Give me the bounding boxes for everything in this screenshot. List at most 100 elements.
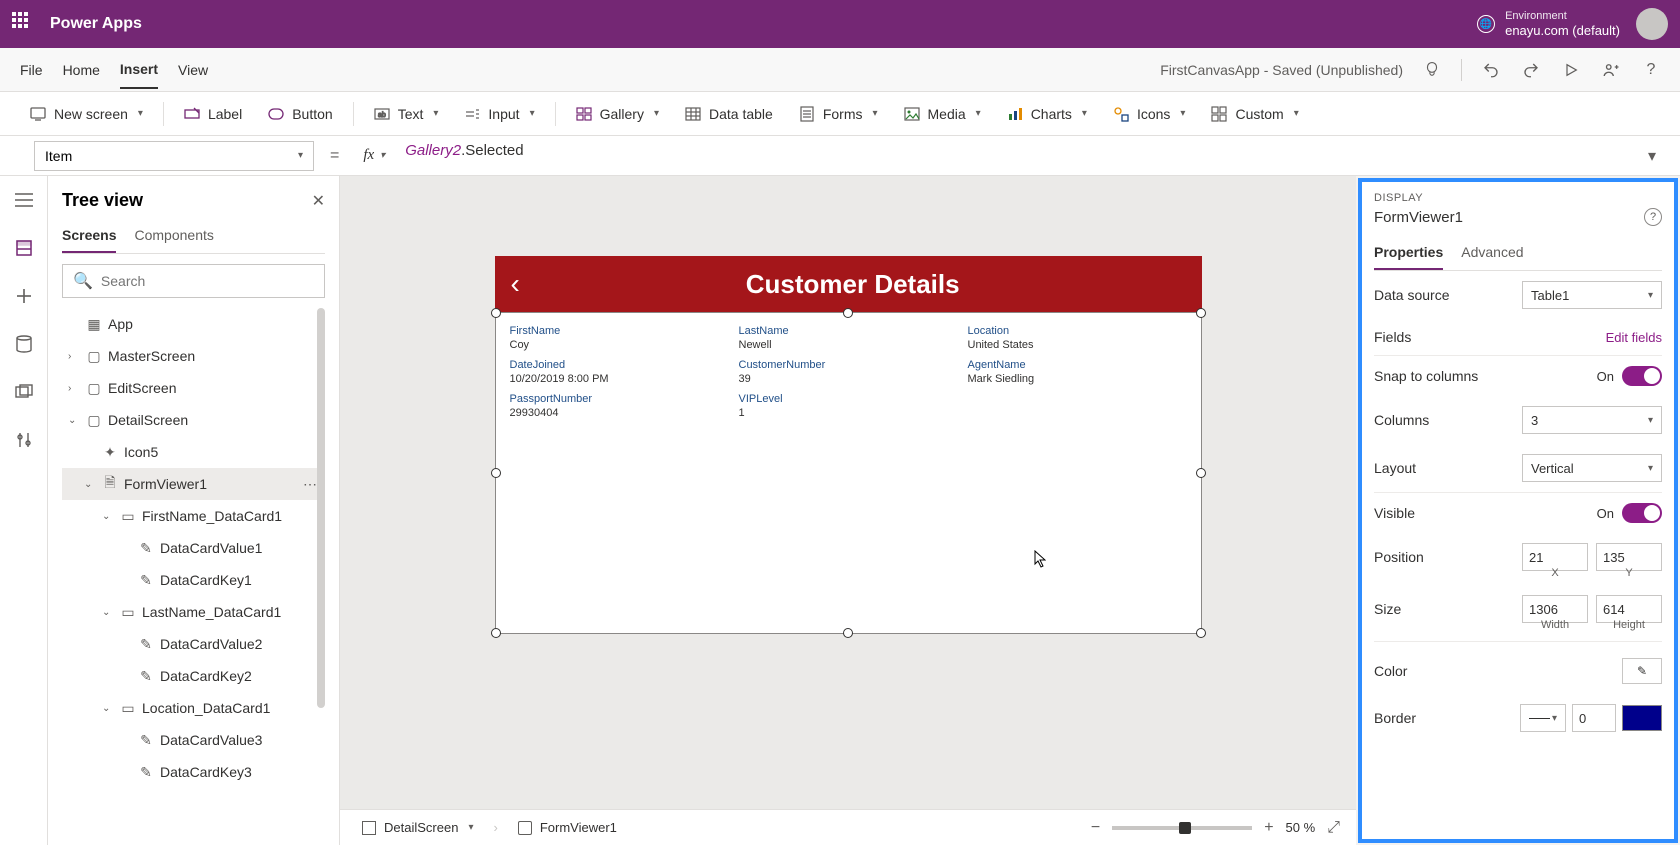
resize-handle[interactable] bbox=[1196, 308, 1206, 318]
zoom-slider[interactable] bbox=[1112, 826, 1252, 830]
form-data-card[interactable]: LastNameNewell bbox=[739, 325, 958, 351]
tree-node-masterscreen[interactable]: ›▢MasterScreen bbox=[62, 340, 325, 372]
insert-input-button[interactable]: Input▾ bbox=[454, 100, 544, 128]
tree-node-editscreen[interactable]: ›▢EditScreen bbox=[62, 372, 325, 404]
insert-gallery-button[interactable]: Gallery▾ bbox=[566, 100, 669, 128]
snap-toggle[interactable] bbox=[1622, 366, 1662, 386]
edit-fields-link[interactable]: Edit fields bbox=[1606, 330, 1662, 345]
help-icon[interactable]: ? bbox=[1640, 59, 1662, 81]
tab-properties[interactable]: Properties bbox=[1374, 236, 1443, 270]
insert-text-button[interactable]: ab Text▾ bbox=[364, 100, 449, 128]
app-launcher-icon[interactable] bbox=[12, 12, 36, 36]
media-pane-icon[interactable] bbox=[12, 380, 36, 404]
form-data-card[interactable]: VIPLevel1 bbox=[739, 393, 958, 419]
user-avatar[interactable] bbox=[1636, 8, 1668, 40]
insert-button-button[interactable]: Button bbox=[258, 100, 342, 128]
more-icon[interactable]: ⋯ bbox=[303, 476, 317, 493]
layout-select[interactable]: Vertical▾ bbox=[1522, 454, 1662, 482]
back-arrow-icon[interactable]: ‹ bbox=[511, 268, 520, 300]
form-data-card[interactable]: AgentNameMark Siedling bbox=[968, 359, 1187, 385]
border-width-input[interactable]: 0 bbox=[1572, 704, 1616, 732]
undo-icon[interactable] bbox=[1480, 59, 1502, 81]
insert-forms-button[interactable]: Forms▾ bbox=[789, 100, 888, 128]
tree-node-icon5[interactable]: ✦Icon5 bbox=[62, 436, 325, 468]
menu-file[interactable]: File bbox=[20, 52, 43, 88]
resize-handle[interactable] bbox=[1196, 468, 1206, 478]
tree-node-app[interactable]: ▦App bbox=[62, 308, 325, 340]
breadcrumb-element[interactable]: FormViewer1 bbox=[512, 816, 623, 839]
form-data-card[interactable]: LocationUnited States bbox=[968, 325, 1187, 351]
close-icon[interactable]: ✕ bbox=[312, 191, 325, 211]
card-label: DateJoined bbox=[510, 359, 729, 371]
edit-icon: ✎ bbox=[138, 540, 154, 556]
tab-screens[interactable]: Screens bbox=[62, 219, 116, 253]
form-viewer-control[interactable]: FirstNameCoy LastNameNewell LocationUnited… bbox=[495, 312, 1202, 634]
tree-node-detailscreen[interactable]: ⌄▢DetailScreen bbox=[62, 404, 325, 436]
color-picker[interactable]: ✎ bbox=[1622, 658, 1662, 684]
resize-handle[interactable] bbox=[491, 628, 501, 638]
chevron-right-icon: › bbox=[493, 820, 497, 835]
insert-label-button[interactable]: Label bbox=[174, 100, 252, 128]
tab-advanced[interactable]: Advanced bbox=[1461, 236, 1523, 270]
advanced-tools-icon[interactable] bbox=[12, 428, 36, 452]
new-screen-button[interactable]: New screen▾ bbox=[20, 100, 153, 128]
tree-node-dck1[interactable]: ✎DataCardKey1 bbox=[62, 564, 325, 596]
tree-node-firstname-card[interactable]: ⌄▭FirstName_DataCard1 bbox=[62, 500, 325, 532]
menu-view[interactable]: View bbox=[178, 52, 208, 88]
redo-icon[interactable] bbox=[1520, 59, 1542, 81]
tree-node-dcv3[interactable]: ✎DataCardValue3 bbox=[62, 724, 325, 756]
resize-handle[interactable] bbox=[491, 308, 501, 318]
tree-node-dck2[interactable]: ✎DataCardKey2 bbox=[62, 660, 325, 692]
app-checker-icon[interactable] bbox=[1421, 59, 1443, 81]
resize-handle[interactable] bbox=[1196, 628, 1206, 638]
breadcrumb-screen[interactable]: DetailScreen▾ bbox=[356, 816, 479, 839]
fit-to-screen-icon[interactable]: ⤢ bbox=[1327, 819, 1340, 837]
menu-insert[interactable]: Insert bbox=[120, 51, 158, 89]
zoom-out-button[interactable]: − bbox=[1091, 819, 1100, 837]
border-color-swatch[interactable] bbox=[1622, 705, 1662, 731]
form-data-card[interactable]: CustomerNumber39 bbox=[739, 359, 958, 385]
hamburger-icon[interactable] bbox=[12, 188, 36, 212]
tree-node-formviewer1[interactable]: ⌄🗎FormViewer1⋯ bbox=[62, 468, 325, 500]
form-data-card[interactable]: PassportNumber29930404 bbox=[510, 393, 729, 419]
menu-home[interactable]: Home bbox=[63, 52, 100, 88]
tree-node-location-card[interactable]: ⌄▭Location_DataCard1 bbox=[62, 692, 325, 724]
tab-components[interactable]: Components bbox=[134, 219, 213, 253]
search-icon: 🔍 bbox=[73, 271, 93, 291]
scrollbar[interactable] bbox=[317, 308, 325, 708]
expand-formula-icon[interactable]: ▾ bbox=[1640, 146, 1664, 166]
resize-handle[interactable] bbox=[843, 308, 853, 318]
fx-button[interactable]: fx▾ bbox=[355, 147, 393, 164]
play-icon[interactable] bbox=[1560, 59, 1582, 81]
data-pane-icon[interactable] bbox=[12, 332, 36, 356]
form-data-card[interactable]: DateJoined10/20/2019 8:00 PM bbox=[510, 359, 729, 385]
tree-node-dck3[interactable]: ✎DataCardKey3 bbox=[62, 756, 325, 788]
zoom-in-button[interactable]: + bbox=[1264, 819, 1273, 837]
canvas[interactable]: ‹ Customer Details FirstNameCoyLastNameN… bbox=[340, 176, 1356, 845]
tree-node-dcv2[interactable]: ✎DataCardValue2 bbox=[62, 628, 325, 660]
insert-data-table-button[interactable]: Data table bbox=[675, 100, 783, 128]
property-selector[interactable]: Item ▾ bbox=[34, 141, 314, 171]
tree-view-icon[interactable] bbox=[12, 236, 36, 260]
insert-icons-button[interactable]: Icons▾ bbox=[1103, 100, 1196, 128]
tree-node-dcv1[interactable]: ✎DataCardValue1 bbox=[62, 532, 325, 564]
formula-input[interactable]: Gallery2.Selected bbox=[405, 141, 1628, 171]
resize-handle[interactable] bbox=[843, 628, 853, 638]
insert-custom-button[interactable]: Custom▾ bbox=[1201, 100, 1308, 128]
insert-media-button[interactable]: Media▾ bbox=[894, 100, 991, 128]
data-source-select[interactable]: Table1▾ bbox=[1522, 281, 1662, 309]
help-icon[interactable]: ? bbox=[1644, 208, 1662, 226]
insert-pane-icon[interactable] bbox=[12, 284, 36, 308]
environment-picker[interactable]: 🌐 Environment enayu.com (default) bbox=[1477, 10, 1620, 39]
insert-charts-button[interactable]: Charts▾ bbox=[997, 100, 1097, 128]
tree-search[interactable]: 🔍 bbox=[62, 264, 325, 298]
tree-node-lastname-card[interactable]: ⌄▭LastName_DataCard1 bbox=[62, 596, 325, 628]
search-input[interactable] bbox=[101, 273, 314, 289]
border-style-select[interactable]: ▾ bbox=[1520, 704, 1566, 732]
columns-select[interactable]: 3▾ bbox=[1522, 406, 1662, 434]
app-icon: ▦ bbox=[86, 316, 102, 332]
resize-handle[interactable] bbox=[491, 468, 501, 478]
share-icon[interactable] bbox=[1600, 59, 1622, 81]
visible-toggle[interactable] bbox=[1622, 503, 1662, 523]
form-data-card[interactable]: FirstNameCoy bbox=[510, 325, 729, 351]
